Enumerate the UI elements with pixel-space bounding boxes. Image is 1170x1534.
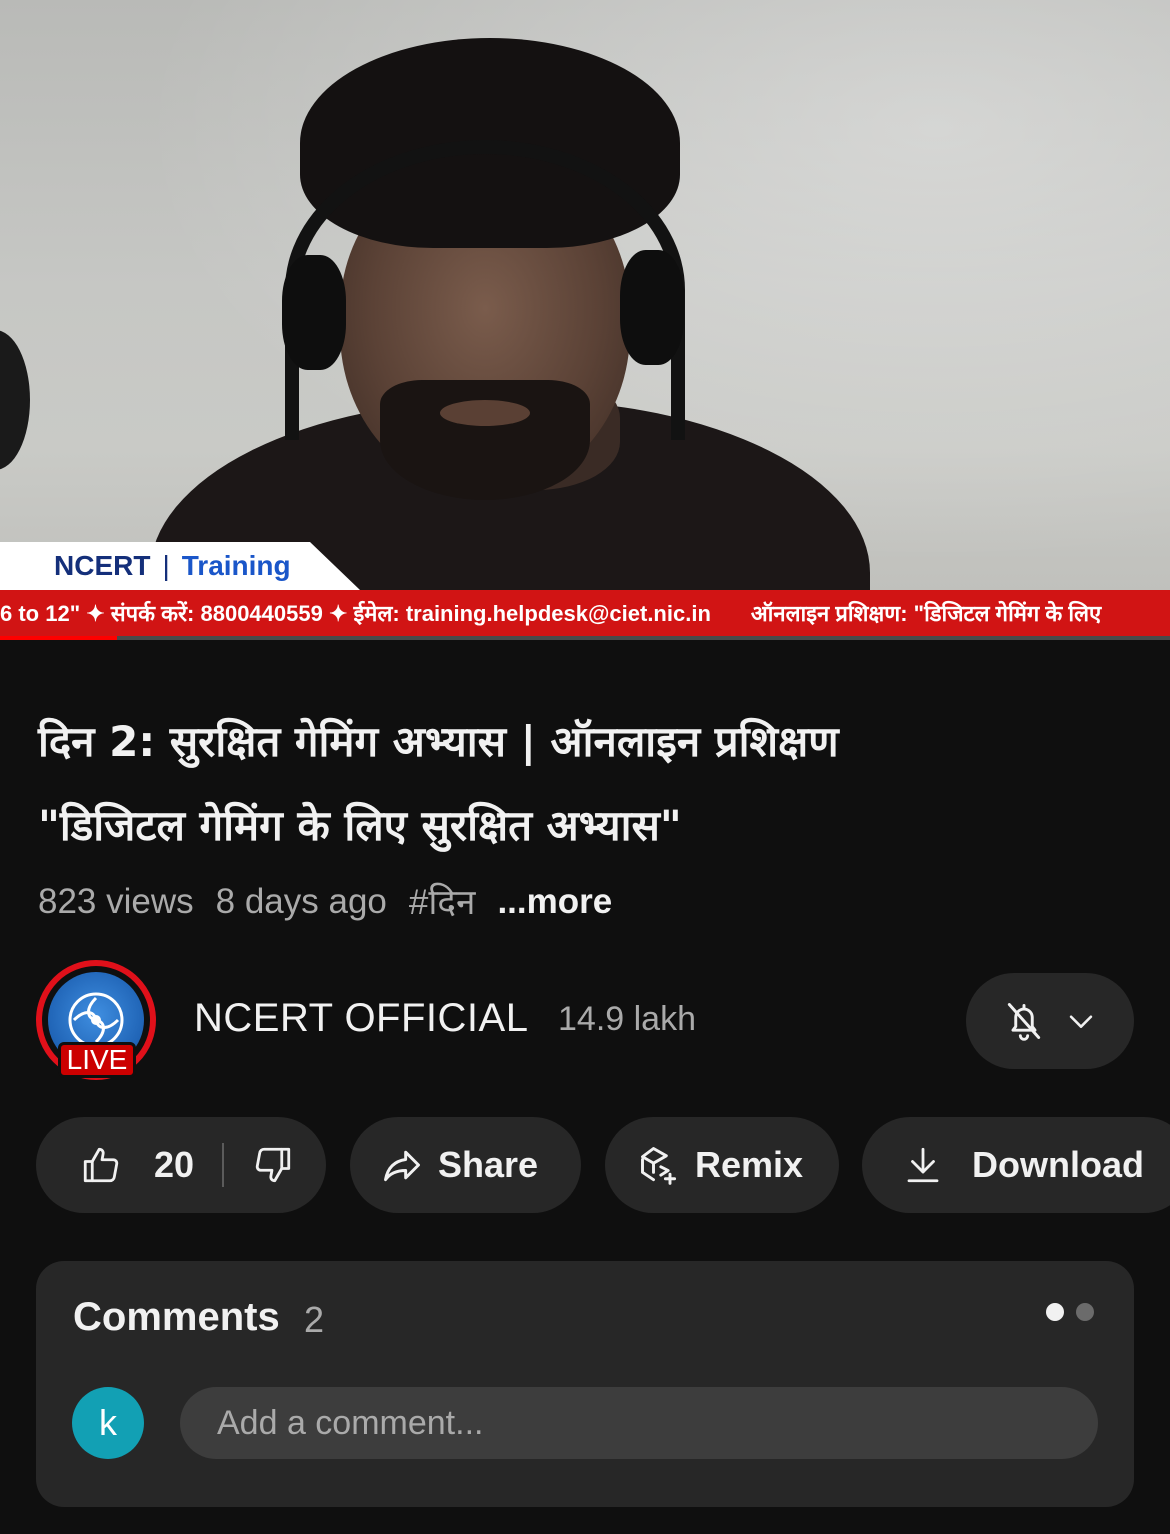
share-arrow-icon xyxy=(384,1150,420,1182)
more-link[interactable]: ...more xyxy=(497,882,612,922)
like-count[interactable]: 20 xyxy=(154,1144,194,1186)
download-button[interactable]: Download xyxy=(862,1117,1170,1213)
like-icon[interactable] xyxy=(80,1144,122,1186)
user-avatar: k xyxy=(72,1387,144,1459)
dislike-button[interactable] xyxy=(252,1144,294,1186)
download-icon xyxy=(907,1147,939,1183)
video-title-line-1: दिन 2: सुरक्षित गेमिंग अभ्यास | ऑनलाइन प… xyxy=(38,717,839,766)
upload-age: 8 days ago xyxy=(215,881,387,921)
chevron-down-icon xyxy=(1069,1015,1093,1028)
like-divider xyxy=(222,1143,225,1187)
banner-separator: | xyxy=(162,550,170,581)
share-label: Share xyxy=(438,1144,539,1185)
share-button[interactable]: Share xyxy=(350,1117,581,1213)
broadcast-tag: NCERT | Training xyxy=(0,542,360,590)
live-badge: LIVE xyxy=(58,1042,136,1078)
view-count: 823 views xyxy=(38,881,194,921)
subscriber-count: 14.9 lakh xyxy=(558,1000,696,1038)
video-player[interactable]: NCERT | Training 6 to 12" ✦ संपर्क करें:… xyxy=(0,0,1170,640)
ticker-text-2: ऑनलाइन प्रशिक्षण: "डिजिटल गेमिंग के लिए xyxy=(750,601,1102,626)
remix-button[interactable]: Remix xyxy=(605,1117,839,1213)
notification-button[interactable] xyxy=(966,973,1134,1069)
bell-off-icon xyxy=(1007,1003,1041,1041)
comments-title: Comments xyxy=(73,1295,280,1339)
comment-input[interactable]: Add a comment... xyxy=(180,1387,1098,1459)
remix-label: Remix xyxy=(695,1144,804,1185)
comments-panel[interactable]: Comments 2 k Add a comment... xyxy=(36,1261,1134,1507)
video-meta[interactable]: 823 views 8 days ago #दिन ...more xyxy=(38,878,612,925)
video-progress-fill xyxy=(0,636,117,640)
page-dot-active xyxy=(1046,1303,1064,1321)
banner-left-text: NCERT xyxy=(54,550,151,581)
remix-icon xyxy=(641,1147,677,1185)
video-title[interactable]: दिन 2: सुरक्षित गेमिंग अभ्यास | ऑनलाइन प… xyxy=(38,700,1138,868)
comments-page-indicator xyxy=(1046,1303,1094,1321)
video-progress-track[interactable] xyxy=(0,636,1170,640)
page-dot xyxy=(1076,1303,1094,1321)
channel-avatar[interactable]: LIVE xyxy=(36,960,156,1080)
comments-count: 2 xyxy=(304,1299,325,1340)
hashtag-link[interactable]: #दिन xyxy=(409,878,476,925)
ticker-text-1: 6 to 12" ✦ संपर्क करें: 8800440559 ✦ ईमे… xyxy=(0,601,711,626)
video-title-line-2: "डिजिटल गेमिंग के लिए सुरक्षित अभ्यास" xyxy=(38,801,682,850)
news-ticker: 6 to 12" ✦ संपर्क करें: 8800440559 ✦ ईमे… xyxy=(0,590,1170,636)
banner-right-text: Training xyxy=(181,550,291,581)
dislike-icon xyxy=(255,1147,291,1183)
download-label: Download xyxy=(972,1144,1144,1185)
like-dislike-pill: 20 xyxy=(36,1117,326,1213)
channel-name[interactable]: NCERT OFFICIAL xyxy=(194,996,528,1041)
